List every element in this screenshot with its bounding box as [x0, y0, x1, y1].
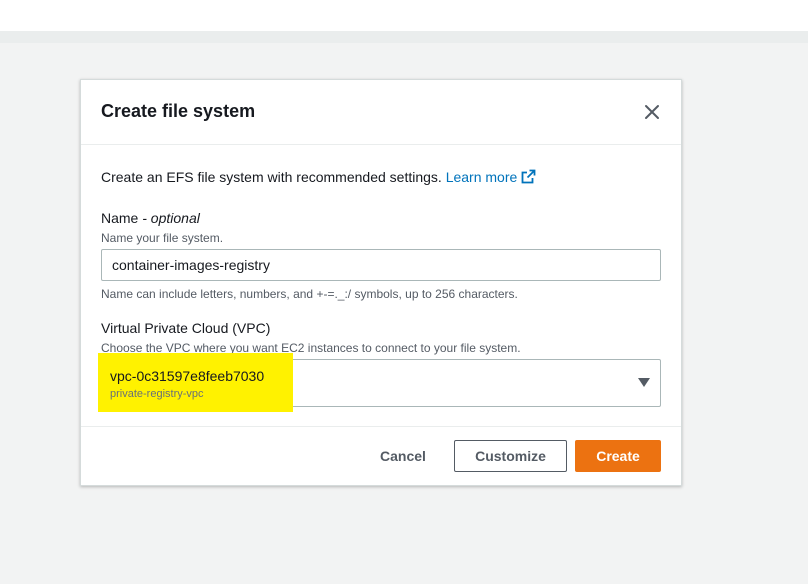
close-button[interactable] [641, 101, 663, 123]
dialog-footer: Cancel Customize Create [81, 426, 681, 486]
optional-marker: - optional [142, 210, 200, 226]
close-icon [645, 105, 659, 119]
vpc-selected-name: private-registry-vpc [110, 388, 204, 400]
name-input-wrapper [101, 249, 661, 281]
intro-paragraph: Create an EFS file system with recommend… [101, 169, 536, 187]
background-top-band [0, 0, 808, 31]
learn-more-link[interactable]: Learn more [446, 169, 537, 185]
name-input[interactable] [110, 250, 654, 280]
caret-down-icon [638, 378, 650, 387]
vpc-selected-id: vpc-0c31597e8feeb7030 [110, 368, 265, 384]
name-label-text: Name [101, 210, 139, 226]
name-field-hint: Name can include letters, numbers, and +… [101, 287, 518, 301]
name-field-description: Name your file system. [101, 231, 224, 245]
learn-more-label: Learn more [445, 169, 518, 185]
vpc-select[interactable]: vpc-0c31597e8feeb7030 private-registry-v… [98, 353, 661, 412]
customize-button[interactable]: Customize [454, 440, 567, 472]
external-link-icon [521, 169, 536, 187]
vpc-field-label: Virtual Private Cloud (VPC) [101, 320, 271, 336]
background-top-band-shadow [0, 31, 808, 43]
name-field-label: Name - optional [101, 210, 200, 226]
dialog-title: Create file system [101, 101, 256, 121]
cancel-button[interactable]: Cancel [365, 440, 441, 472]
create-file-system-dialog: Create file system Create an EFS file sy… [80, 79, 682, 486]
dialog-header: Create file system [81, 80, 681, 145]
create-button[interactable]: Create [575, 440, 661, 472]
intro-text: Create an EFS file system with recommend… [101, 169, 442, 185]
